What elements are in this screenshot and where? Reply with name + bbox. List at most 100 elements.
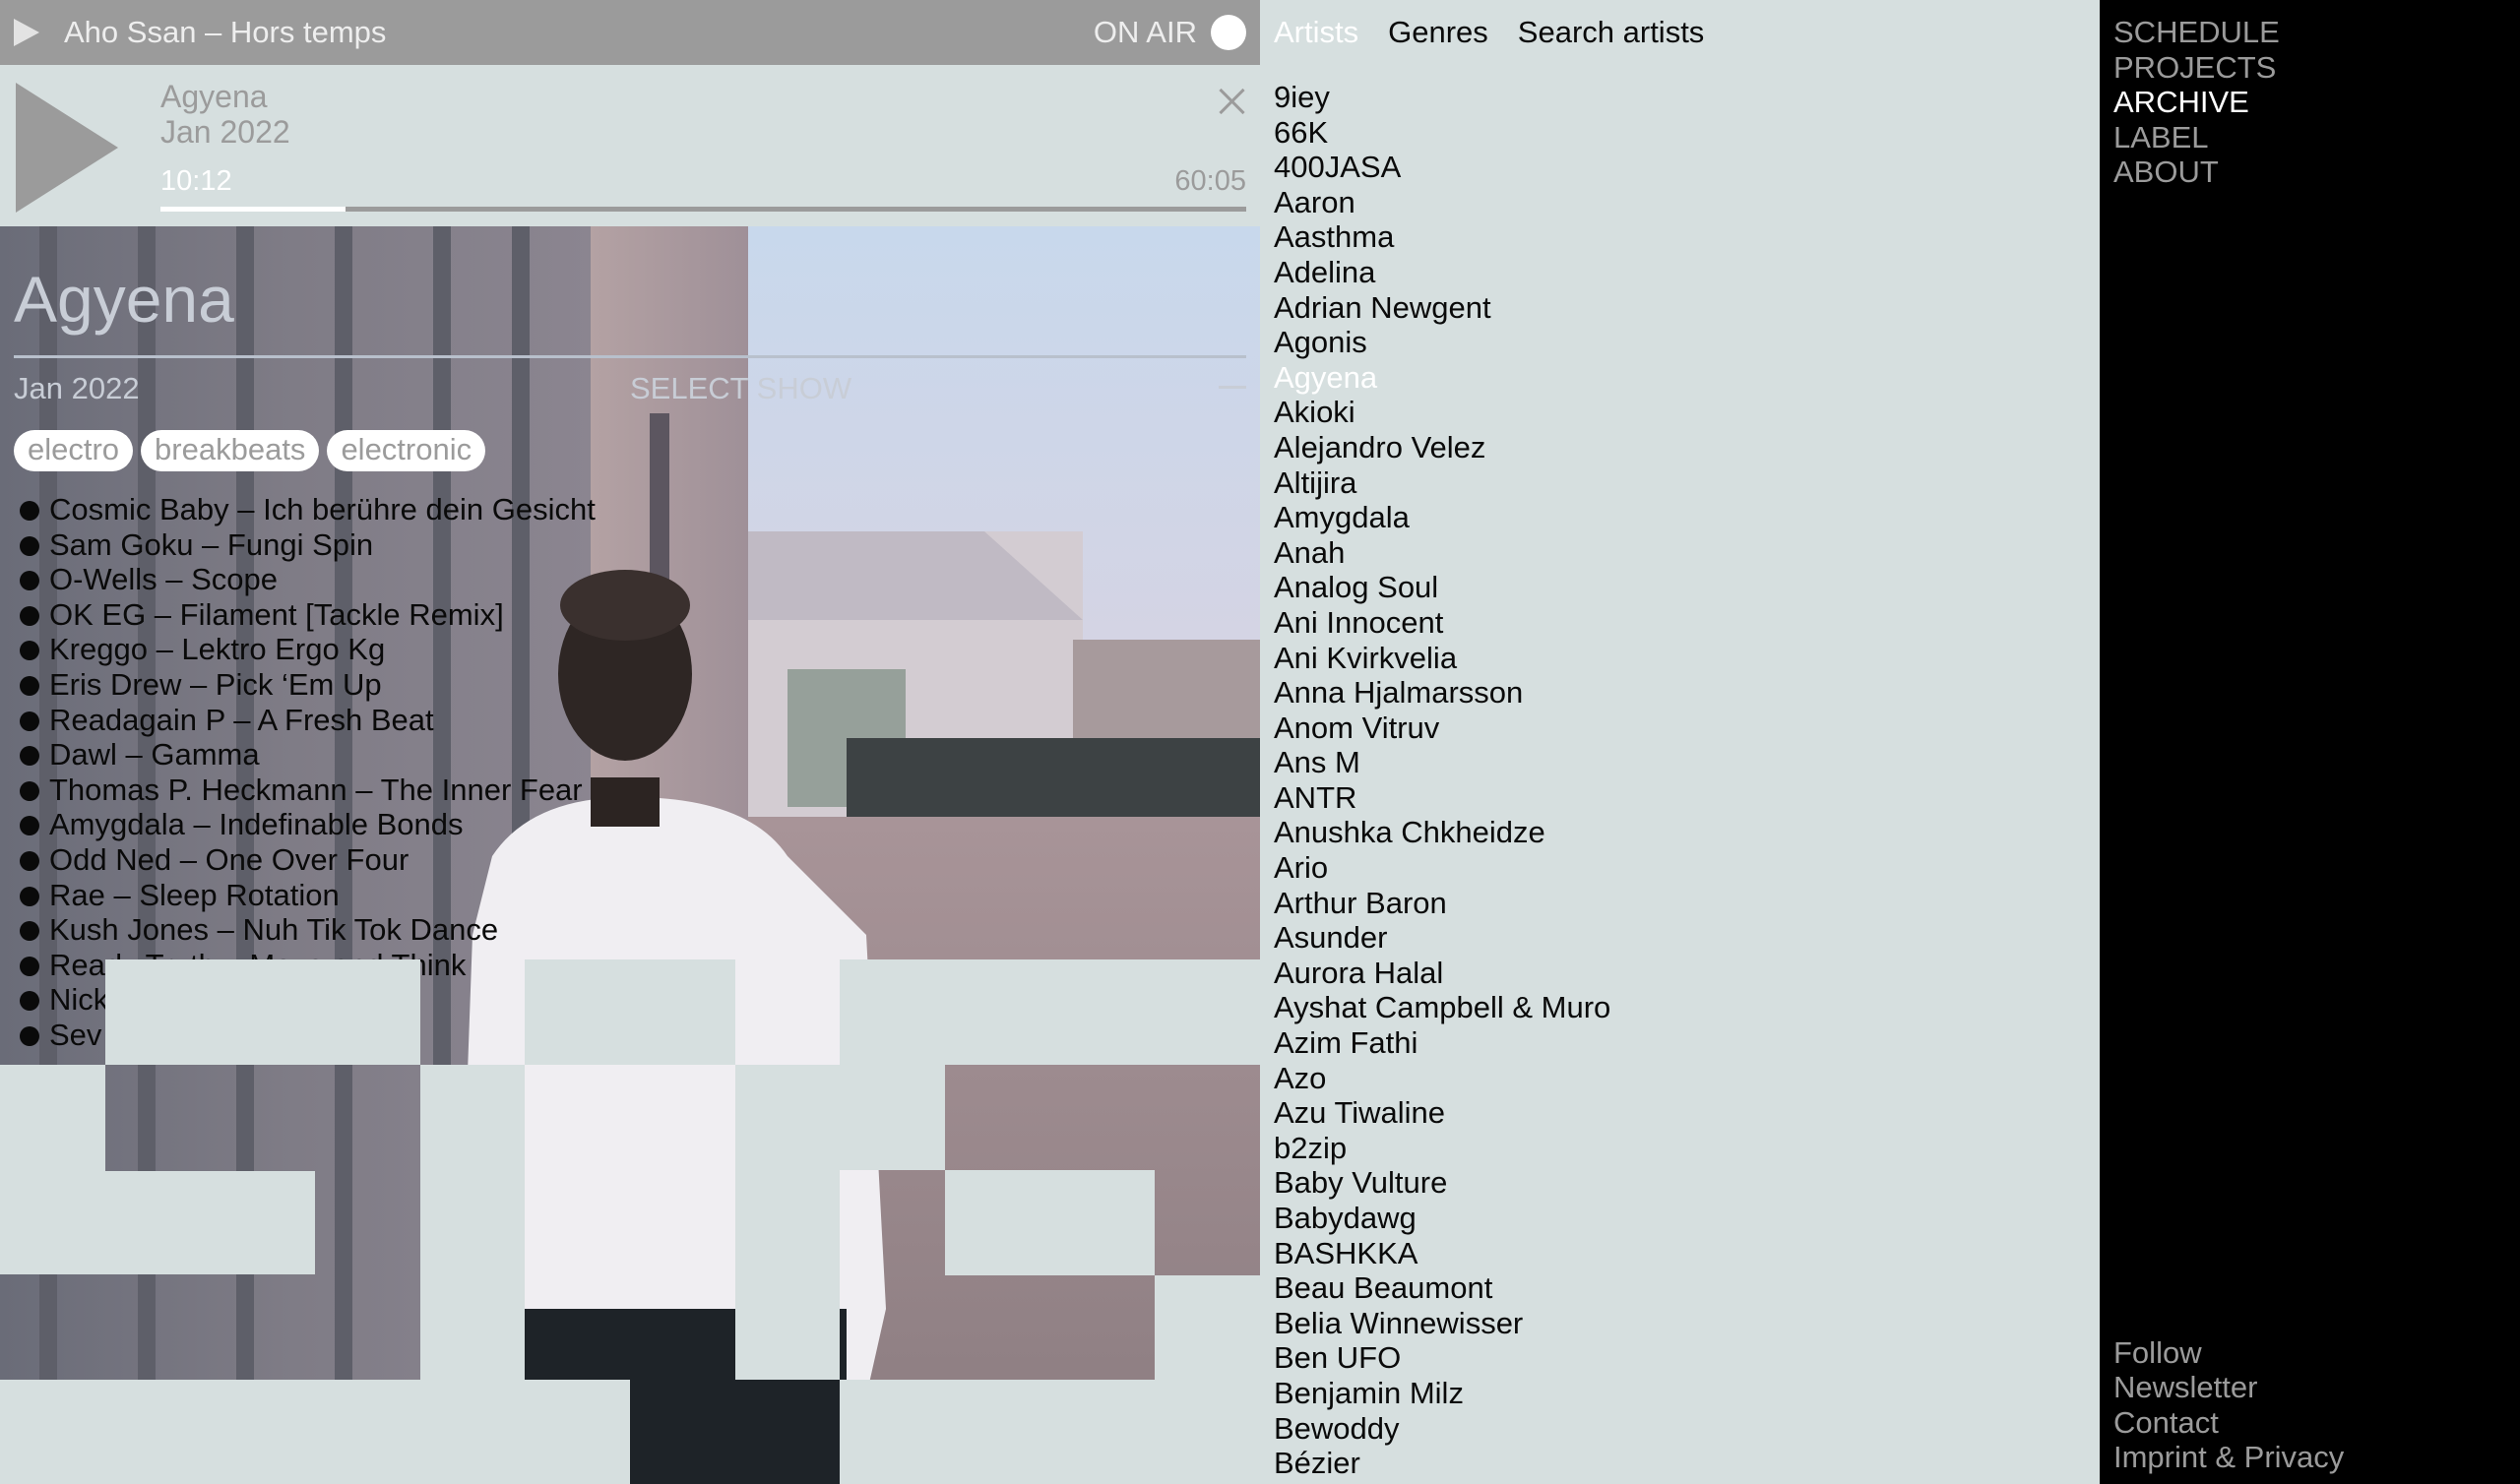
total-time: 60:05 [1174, 165, 1246, 197]
artist-item[interactable]: Analog Soul [1274, 570, 1610, 605]
genre-tags: electro breakbeats electronic [14, 430, 486, 471]
artist-item[interactable]: Bézier [1274, 1446, 1610, 1481]
artist-item[interactable]: 9iey [1274, 80, 1610, 115]
nav-item-schedule[interactable]: SCHEDULE [2113, 15, 2280, 50]
artist-item[interactable]: Ani Innocent [1274, 605, 1610, 641]
artist-item[interactable]: Agyena [1274, 360, 1610, 396]
player-date: Jan 2022 [160, 114, 290, 150]
artist-item[interactable]: Anushka Chkheidze [1274, 815, 1610, 850]
track-item: Dawl – Gamma [20, 737, 596, 773]
artist-item[interactable]: Amygdala [1274, 500, 1610, 535]
artist-item[interactable]: Arthur Baron [1274, 886, 1610, 921]
artist-item[interactable]: Asunder [1274, 920, 1610, 956]
artist-item[interactable]: Babydawg [1274, 1201, 1610, 1236]
minus-icon[interactable] [1219, 386, 1246, 389]
track-item: OK EG – Filament [Tackle Remix] [20, 597, 596, 633]
live-dot-icon [1211, 15, 1246, 50]
nav-item-label[interactable]: LABEL [2113, 120, 2280, 155]
progress-fill [160, 207, 346, 212]
main-nav: SCHEDULE PROJECTS ARCHIVE LABEL ABOUT [2113, 15, 2280, 190]
artist-item[interactable]: Baby Vulture [1274, 1165, 1610, 1201]
footer-link-newsletter[interactable]: Newsletter [2113, 1370, 2344, 1405]
track-item: Readagain P – A Fresh Beat [20, 703, 596, 738]
artist-item[interactable]: Ans M [1274, 745, 1610, 780]
track-item: Odd Ned – One Over Four [20, 842, 596, 878]
play-icon[interactable] [16, 83, 118, 213]
artist-item[interactable]: Aurora Halal [1274, 956, 1610, 991]
show-detail: Agyena Jan 2022 SELECT SHOW electro break… [0, 226, 1260, 1484]
track-item: Amygdala – Indefinable Bonds [20, 807, 596, 842]
nav-item-about[interactable]: ABOUT [2113, 155, 2280, 190]
artist-item[interactable]: 400JASA [1274, 150, 1610, 185]
track-item: Rae – Sleep Rotation [20, 878, 596, 913]
artist-item[interactable]: Anah [1274, 535, 1610, 571]
artist-item[interactable]: Anom Vitruv [1274, 711, 1610, 746]
show-title: Agyena [14, 263, 234, 336]
artist-item[interactable]: Benjamin Milz [1274, 1376, 1610, 1411]
footer-link-contact[interactable]: Contact [2113, 1405, 2344, 1441]
track-item: Sam Goku – Fungi Spin [20, 527, 596, 563]
track-item: Kreggo – Lektro Ergo Kg [20, 632, 596, 667]
title-divider [14, 355, 1246, 358]
search-artists-input[interactable]: Search artists [1518, 15, 1705, 50]
show-date: Jan 2022 [14, 371, 140, 405]
progress-bar[interactable] [160, 207, 1246, 212]
artist-item[interactable]: Ario [1274, 850, 1610, 886]
track-item: Eris Drew – Pick ‘Em Up [20, 667, 596, 703]
artist-item[interactable]: Adrian Newgent [1274, 290, 1610, 326]
track-item: O-Wells – Scope [20, 562, 596, 597]
artist-item[interactable]: Beau Beaumont [1274, 1270, 1610, 1306]
artist-item[interactable]: Aasthma [1274, 219, 1610, 255]
track-item: Thomas P. Heckmann – The Inner Fear [20, 773, 596, 808]
player-column: Aho Ssan – Hors temps ON AIR Agyena Jan … [0, 0, 1260, 1484]
artist-item[interactable]: Azu Tiwaline [1274, 1095, 1610, 1131]
artist-item[interactable]: Bewoddy [1274, 1411, 1610, 1447]
artist-item[interactable]: Ayshat Campbell & Muro [1274, 990, 1610, 1025]
artist-item[interactable]: Alejandro Velez [1274, 430, 1610, 465]
genre-tag[interactable]: electronic [327, 430, 486, 471]
select-show-button[interactable]: SELECT SHOW [630, 371, 851, 406]
artist-item[interactable]: Ben UFO [1274, 1340, 1610, 1376]
track-item: Kush Jones – Nuh Tik Tok Dance [20, 912, 596, 948]
elapsed-time: 10:12 [160, 165, 232, 197]
close-icon[interactable] [1215, 85, 1248, 118]
footer-link-imprint-privacy[interactable]: Imprint & Privacy [2113, 1440, 2344, 1475]
nav-item-archive[interactable]: ARCHIVE [2113, 85, 2280, 120]
artist-item[interactable]: b2zip [1274, 1131, 1610, 1166]
track-item: Cosmic Baby – Ich berühre dein Gesicht [20, 492, 596, 527]
track-item: Sev [20, 1018, 596, 1053]
tab-genres[interactable]: Genres [1388, 15, 1488, 50]
play-icon[interactable] [14, 19, 39, 46]
player-artist: Agyena [160, 79, 268, 114]
artist-item[interactable]: Altijira [1274, 465, 1610, 501]
artist-browser: Artists Genres Search artists 9iey 66K 400… [1260, 0, 2100, 1484]
on-air-label: ON AIR [1093, 15, 1197, 49]
tracklist: Cosmic Baby – Ich berühre dein Gesicht Sa… [20, 492, 596, 1053]
archive-player: Agyena Jan 2022 10:12 60:05 [0, 65, 1260, 226]
footer-nav: Follow Newsletter Contact Imprint & Privacy [2113, 1335, 2344, 1475]
app-root: Aho Ssan – Hors temps ON AIR Agyena Jan … [0, 0, 2520, 1484]
track-item: Nick [20, 982, 596, 1018]
artist-item[interactable]: Ani Kvirkvelia [1274, 641, 1610, 676]
live-stream-bar[interactable]: Aho Ssan – Hors temps ON AIR [0, 0, 1260, 65]
tab-artists[interactable]: Artists [1274, 15, 1358, 50]
genre-tag[interactable]: breakbeats [141, 430, 320, 471]
artist-item[interactable]: Azim Fathi [1274, 1025, 1610, 1061]
genre-tag[interactable]: electro [14, 430, 134, 471]
artist-item[interactable]: Aaron [1274, 185, 1610, 220]
footer-link-follow[interactable]: Follow [2113, 1335, 2344, 1371]
live-stream-title: Aho Ssan – Hors temps [64, 15, 387, 49]
artist-item[interactable]: Anna Hjalmarsson [1274, 675, 1610, 711]
artist-item[interactable]: Azo [1274, 1061, 1610, 1096]
track-item: Ready Truth – Move and Think [20, 948, 596, 983]
artist-item[interactable]: BASHKKA [1274, 1236, 1610, 1271]
artist-item[interactable]: ANTR [1274, 780, 1610, 816]
artist-item[interactable]: Agonis [1274, 325, 1610, 360]
artist-item[interactable]: Adelina [1274, 255, 1610, 290]
artist-item[interactable]: Belia Winnewisser [1274, 1306, 1610, 1341]
artist-item[interactable]: Akioki [1274, 395, 1610, 430]
nav-item-projects[interactable]: PROJECTS [2113, 50, 2280, 86]
artist-item[interactable]: 66K [1274, 115, 1610, 151]
artist-list: 9iey 66K 400JASA Aaron Aasthma Adelina Adrian … [1274, 80, 1610, 1481]
archive-tabs: Artists Genres Search artists [1274, 15, 1704, 50]
